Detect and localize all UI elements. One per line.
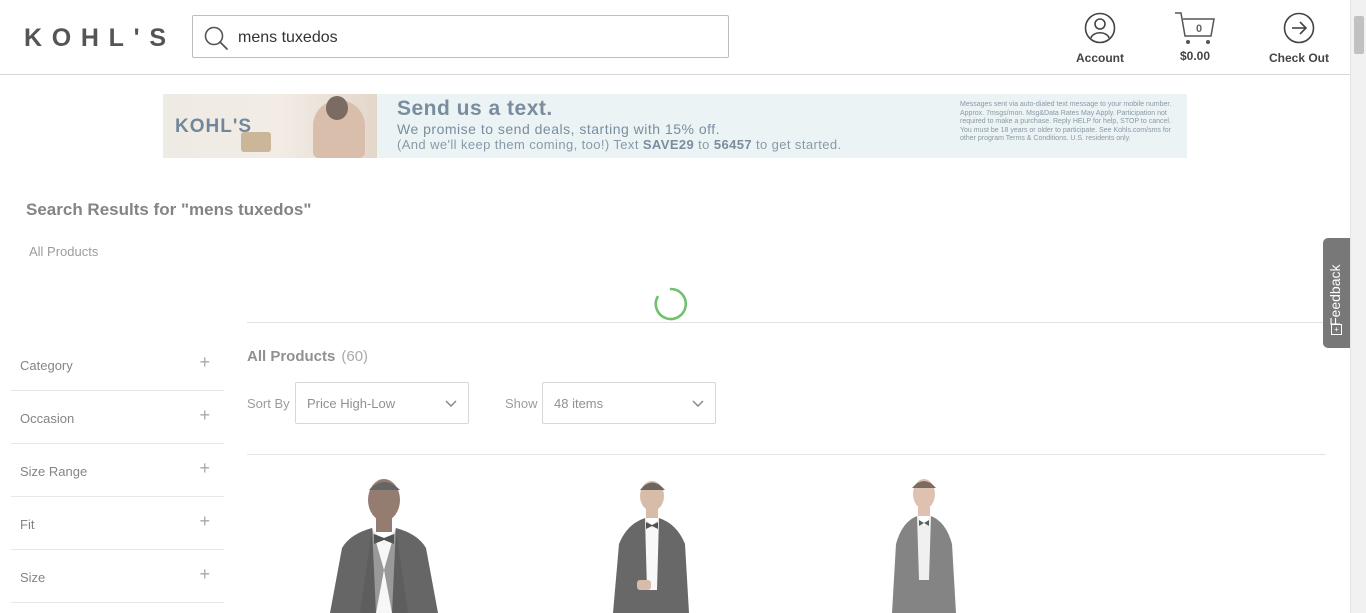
product-image[interactable] <box>290 470 490 613</box>
search-icon[interactable] <box>203 25 229 51</box>
cart-count: 0 <box>1196 23 1202 35</box>
banner-shortcode: 56457 <box>713 137 752 152</box>
product-image[interactable] <box>575 470 725 613</box>
feedback-label: Feedback <box>1327 264 1343 326</box>
arrow-right-circle-icon <box>1283 12 1315 44</box>
filter-facets: Category + Occasion + Size Range + Fit +… <box>11 338 224 603</box>
tuxedo-model-image <box>613 481 689 613</box>
banner-person-head <box>326 96 348 120</box>
facet-occasion[interactable]: Occasion + <box>11 391 224 444</box>
breadcrumb-all-products[interactable]: All Products <box>29 244 98 259</box>
plus-icon[interactable]: + <box>199 458 210 479</box>
page-scrollbar[interactable] <box>1350 0 1366 613</box>
search-input[interactable]: mens tuxedos <box>192 15 729 58</box>
banner-logo: KOHL'S <box>175 116 253 137</box>
account-button[interactable]: Account <box>1070 12 1130 65</box>
scrollbar-thumb[interactable] <box>1354 16 1364 54</box>
banner-title: Send us a text. <box>397 97 553 120</box>
loading-spinner-icon <box>654 287 687 321</box>
plus-icon[interactable]: + <box>199 352 210 373</box>
sort-select[interactable]: Price High-Low <box>295 382 469 424</box>
plus-icon[interactable]: + <box>199 564 210 585</box>
facet-label: Occasion <box>20 411 75 426</box>
svg-text:KOHL'S: KOHL'S <box>24 24 167 50</box>
account-label: Account <box>1076 51 1124 65</box>
search-results-title: Search Results for "mens tuxedos" <box>26 200 312 219</box>
facet-label: Size Range <box>20 464 88 479</box>
feedback-tab[interactable]: + Feedback <box>1323 238 1350 348</box>
items-per-page-value: 48 items <box>554 396 604 411</box>
account-icon <box>1084 12 1116 44</box>
banner-keyword: SAVE29 <box>642 137 695 152</box>
facet-label: Category <box>20 358 73 373</box>
facet-fit[interactable]: Fit + <box>11 497 224 550</box>
facet-size[interactable]: Size + <box>11 550 224 603</box>
divider <box>247 454 1326 455</box>
search-query-text: mens tuxedos <box>238 29 338 46</box>
items-per-page-select[interactable]: 48 items <box>542 382 716 424</box>
facet-label: Fit <box>20 517 35 532</box>
checkout-label: Check Out <box>1268 51 1329 65</box>
plus-icon[interactable]: + <box>199 511 210 532</box>
cart-icon: 0 <box>1175 12 1215 44</box>
banner-instructions: (And we'll keep them coming, too!) Text … <box>397 137 842 152</box>
plus-icon[interactable]: + <box>199 405 210 426</box>
tuxedo-model-image <box>330 479 438 613</box>
kohls-logo[interactable]: KOHL'S <box>24 24 169 50</box>
cart-button[interactable]: 0 $0.00 <box>1165 12 1225 63</box>
banner-fine-print: Messages sent via auto-dialed text messa… <box>960 101 1172 142</box>
sms-promo-banner[interactable]: KOHL'S Send us a text. We promise to sen… <box>163 94 1187 158</box>
show-label: Show <box>505 396 538 411</box>
facet-category[interactable]: Category + <box>11 338 224 391</box>
chevron-down-icon <box>445 400 457 407</box>
sort-select-value: Price High-Low <box>307 396 396 411</box>
cart-total: $0.00 <box>1179 49 1211 63</box>
chevron-down-icon <box>692 400 704 407</box>
divider <box>247 322 1326 323</box>
results-count: (60) <box>341 348 369 365</box>
checkout-button[interactable]: Check Out <box>1262 12 1336 65</box>
facet-label: Size <box>20 570 46 585</box>
tuxedo-model-image <box>892 479 956 613</box>
site-header: KOHL'S mens tuxedos Account 0 $0.00 Chec… <box>0 0 1350 75</box>
product-image[interactable] <box>850 470 1000 613</box>
results-heading: All Products (60) <box>247 348 369 365</box>
banner-subtitle: We promise to send deals, starting with … <box>397 121 721 137</box>
facet-size-range[interactable]: Size Range + <box>11 444 224 497</box>
sort-by-label: Sort By <box>247 396 290 411</box>
